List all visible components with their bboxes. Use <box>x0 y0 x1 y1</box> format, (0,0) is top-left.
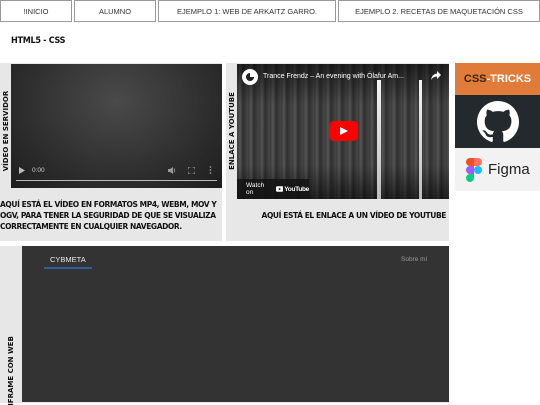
nav-item-inicio[interactable]: !INICIO <box>0 0 72 22</box>
csstricks-logo-link[interactable]: CSS -TRICKS <box>455 63 540 95</box>
video-time: 0:00 <box>32 167 45 174</box>
video-caption: AQUÍ ESTÁ EL VÍDEO EN FORMATOS MP4, WEBM… <box>0 200 217 231</box>
fullscreen-icon[interactable] <box>188 167 195 174</box>
youtube-panel: ENLACE A YOUTUBE Trance Frendz – An even… <box>226 63 449 241</box>
channel-logo-icon <box>246 73 254 81</box>
youtube-embed[interactable]: Trance Frendz – An evening with Ólafur A… <box>237 64 449 199</box>
iframe-panel-label-text: IFRAME CON WEB <box>7 336 15 405</box>
github-icon <box>476 100 519 142</box>
stage-light <box>377 80 381 199</box>
iframe-site-name[interactable]: CYBMETA <box>50 255 86 264</box>
watch-on-label: Watch on <box>246 182 265 196</box>
iframe-active-underline <box>44 267 92 269</box>
embedded-iframe[interactable]: CYBMETA Sobre mí <box>22 246 449 402</box>
youtube-caption: AQUÍ ESTÁ EL ENLACE A UN VÍDEO DE YOUTUB… <box>261 211 447 220</box>
share-icon[interactable] <box>431 71 441 80</box>
iframe-panel-side-label: IFRAME CON WEB <box>0 246 22 405</box>
stage-light <box>419 80 422 199</box>
video-panel: VÍDEO EN SERVIDOR 0:00 AQUÍ ESTÁ EL VÍDE… <box>0 63 222 241</box>
volume-icon[interactable] <box>168 167 176 174</box>
iframe-nav-link[interactable]: Sobre mí <box>401 256 427 263</box>
watch-on-youtube-button[interactable]: Watch on YouTube <box>237 179 309 199</box>
channel-avatar[interactable] <box>242 69 258 85</box>
more-options-icon[interactable] <box>209 166 212 174</box>
video-controls: 0:00 <box>11 162 222 188</box>
nav-item-ejemplo-2[interactable]: EJEMPLO 2. RECETAS DE MAQUETACIÓN CSS <box>338 0 540 22</box>
youtube-video-title[interactable]: Trance Frendz – An evening with Ólafur A… <box>263 73 404 80</box>
youtube-logo-icon <box>275 186 284 192</box>
top-nav: !INICIO ALUMNO EJEMPLO 1: WEB DE ARKAITZ… <box>0 0 540 22</box>
nav-item-alumno[interactable]: ALUMNO <box>74 0 156 22</box>
csstricks-suffix: -TRICKS <box>486 73 532 85</box>
figma-label: Figma <box>488 161 530 178</box>
figma-logo-link[interactable]: Figma <box>455 148 540 191</box>
video-panel-label-text: VÍDEO EN SERVIDOR <box>2 90 10 172</box>
youtube-play-button[interactable] <box>329 121 358 141</box>
github-logo-link[interactable] <box>455 95 540 148</box>
play-icon <box>340 127 348 135</box>
figma-icon <box>466 157 482 182</box>
page-title: HTML5 - CSS <box>11 36 66 46</box>
video-player[interactable]: 0:00 <box>11 64 222 188</box>
play-icon[interactable] <box>19 167 25 174</box>
nav-item-ejemplo-1[interactable]: EJEMPLO 1: WEB DE ARKAITZ GARRO. <box>158 0 336 22</box>
youtube-brand-label: YouTube <box>284 185 309 193</box>
youtube-panel-label-text: ENLACE A YOUTUBE <box>228 92 236 170</box>
csstricks-prefix: CSS <box>463 73 487 85</box>
video-progress-bar[interactable] <box>16 180 217 181</box>
